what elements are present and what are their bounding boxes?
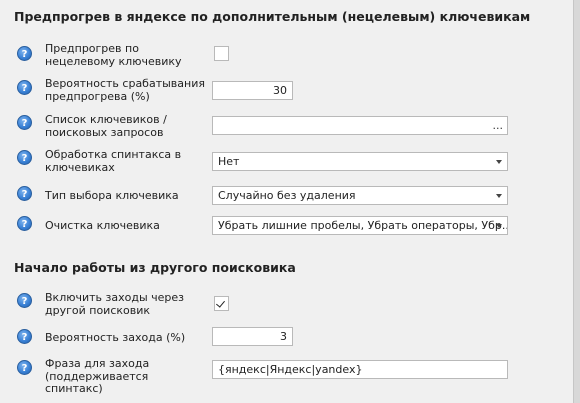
help-icon[interactable]: ? xyxy=(17,186,32,201)
help-icon[interactable]: ? xyxy=(17,150,32,165)
checkmark-icon xyxy=(216,298,225,308)
chevron-down-icon xyxy=(496,160,502,164)
field-label-spintax: Обработка спинтакса в ключевиках xyxy=(45,148,182,174)
field-label-keyword-selection: Тип выбора ключевика xyxy=(45,189,179,202)
keyword-selection-select[interactable]: Случайно без удаления xyxy=(212,186,508,205)
help-icon[interactable]: ? xyxy=(17,329,32,344)
field-label-preheat-probability: Вероятность срабатывания предпрогрева (%… xyxy=(45,77,205,103)
chevron-down-icon xyxy=(496,224,502,228)
field-label-visit-phrase: Фраза для захода (поддерживается спинтак… xyxy=(45,357,150,395)
visit-probability-input[interactable]: 3 xyxy=(212,327,293,346)
field-label-preheat-nontarget: Предпрогрев по нецелевому ключевику xyxy=(45,42,182,68)
help-icon[interactable]: ? xyxy=(17,360,32,375)
visit-phrase-input[interactable]: {яндекс|Яндекс|yandex} xyxy=(212,360,508,379)
spintax-processing-value: Нет xyxy=(218,155,240,168)
keyword-list-field[interactable]: ... xyxy=(212,116,508,135)
preheat-nontarget-checkbox[interactable] xyxy=(214,46,229,61)
keyword-cleanup-value: Убрать лишние пробелы, Убрать операторы,… xyxy=(218,219,508,232)
keyword-cleanup-select[interactable]: Убрать лишние пробелы, Убрать операторы,… xyxy=(212,216,508,235)
field-label-enable-other-engine: Включить заходы через другой поисковик xyxy=(45,291,184,317)
preheat-probability-input[interactable]: 30 xyxy=(212,81,293,100)
keyword-selection-value: Случайно без удаления xyxy=(218,189,356,202)
enable-other-engine-checkbox[interactable] xyxy=(214,296,229,311)
keyword-list-browse-button[interactable]: ... xyxy=(493,117,504,134)
scrollbar[interactable] xyxy=(573,0,580,403)
help-icon[interactable]: ? xyxy=(17,216,32,231)
section-title-preheat: Предпрогрев в яндексе по дополнительным … xyxy=(14,9,531,24)
help-icon[interactable]: ? xyxy=(17,293,32,308)
help-icon[interactable]: ? xyxy=(17,46,32,61)
help-icon[interactable]: ? xyxy=(17,115,32,130)
field-label-visit-probability: Вероятность захода (%) xyxy=(45,331,186,344)
field-label-keyword-cleanup: Очистка ключевика xyxy=(45,219,160,232)
spintax-processing-select[interactable]: Нет xyxy=(212,152,508,171)
help-icon[interactable]: ? xyxy=(17,80,32,95)
chevron-down-icon xyxy=(496,194,502,198)
section-title-other-engine: Начало работы из другого поисковика xyxy=(14,260,296,275)
field-label-keyword-list: Список ключевиков / поисковых запросов xyxy=(45,113,167,139)
